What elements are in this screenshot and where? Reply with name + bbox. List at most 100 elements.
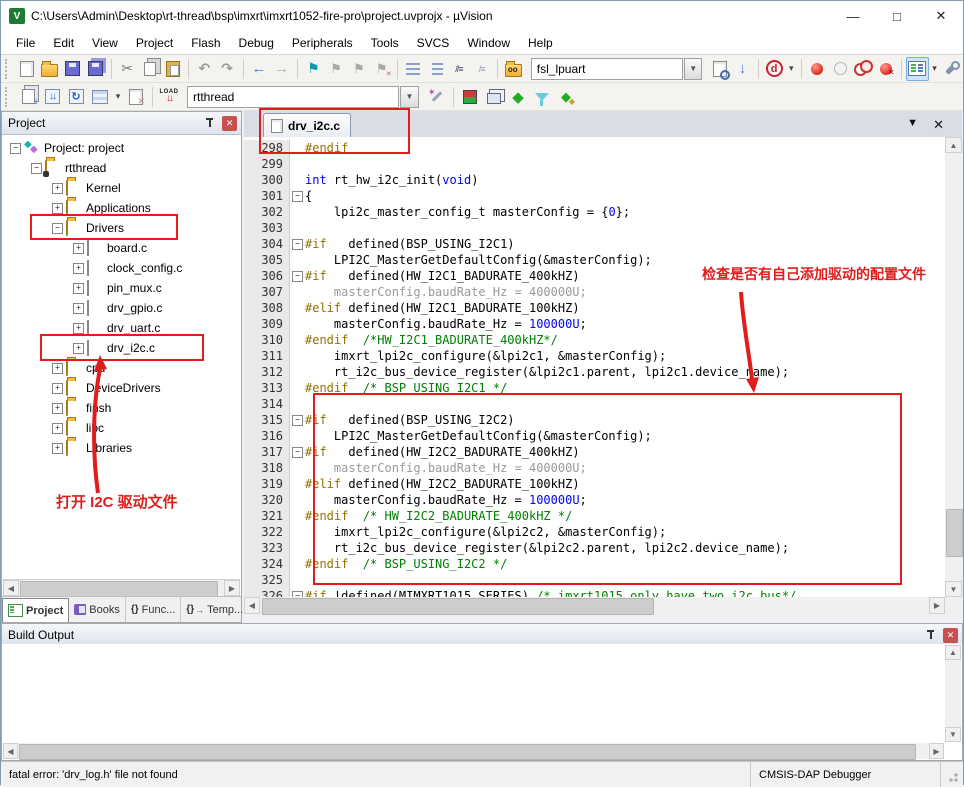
save-all-button[interactable]: [84, 57, 107, 81]
download-to-flash[interactable]: LOAD↓↓: [157, 85, 181, 109]
expand-icon[interactable]: +: [52, 363, 63, 374]
paste-button[interactable]: [161, 57, 184, 81]
scroll-thumb[interactable]: [20, 581, 218, 597]
collapse-icon[interactable]: −: [31, 163, 42, 174]
collapse-icon[interactable]: −: [10, 143, 21, 154]
quick-search-button[interactable]: d: [763, 57, 786, 81]
enable-disable-breakpoints-button[interactable]: [851, 57, 874, 81]
scroll-right-arrow-icon[interactable]: ▶: [929, 597, 945, 614]
fold-collapse-icon[interactable]: −: [292, 271, 303, 282]
insert-breakpoint-button[interactable]: [806, 57, 829, 81]
project-tree-hscrollbar[interactable]: ◀ ▶: [3, 579, 240, 597]
workspace-tab-project[interactable]: Project: [2, 598, 69, 622]
scroll-thumb[interactable]: [262, 598, 654, 615]
incremental-find-button[interactable]: [708, 57, 731, 81]
pin-icon[interactable]: [925, 628, 937, 642]
manage-rte-button[interactable]: [506, 85, 530, 109]
navigate-forward-button[interactable]: [270, 57, 293, 81]
manage-project-items-button[interactable]: [482, 85, 506, 109]
open-file-button[interactable]: [39, 57, 62, 81]
insert-bookmark-button[interactable]: [302, 57, 325, 81]
window-views-button[interactable]: [906, 57, 929, 81]
fold-collapse-icon[interactable]: −: [292, 239, 303, 250]
menu-project[interactable]: Project: [127, 34, 182, 52]
scroll-thumb[interactable]: [946, 509, 963, 557]
indent-button[interactable]: [425, 57, 448, 81]
flash-download-settings-button[interactable]: [425, 85, 449, 109]
menu-svcs[interactable]: SVCS: [408, 34, 459, 52]
new-file-button[interactable]: [16, 57, 39, 81]
build-output-hscrollbar[interactable]: ◀ ▶: [3, 743, 944, 759]
build-output-close-button[interactable]: ✕: [943, 628, 958, 643]
project-panel-close-button[interactable]: ✕: [222, 116, 237, 131]
batch-build-button[interactable]: [88, 85, 112, 109]
scroll-right-arrow-icon[interactable]: ▶: [224, 580, 240, 596]
build-button[interactable]: [40, 85, 64, 109]
editor-hscrollbar[interactable]: ◀ ▶: [244, 597, 945, 614]
scroll-down-arrow-icon[interactable]: ▼: [945, 727, 961, 742]
expand-icon[interactable]: +: [52, 203, 63, 214]
expand-icon[interactable]: +: [52, 423, 63, 434]
copy-button[interactable]: [139, 57, 162, 81]
tree-item-rtthread[interactable]: −rtthread: [2, 158, 241, 178]
collapse-icon[interactable]: −: [52, 223, 63, 234]
menu-file[interactable]: File: [7, 34, 44, 52]
expand-icon[interactable]: +: [73, 303, 84, 314]
menu-window[interactable]: Window: [458, 34, 519, 52]
search-combobox[interactable]: fsl_lpuart: [531, 58, 683, 80]
tree-item-drv-i2c-c[interactable]: +drv_i2c.c: [2, 338, 241, 358]
options-for-target-button[interactable]: [458, 85, 482, 109]
target-dropdown[interactable]: ▼: [400, 86, 419, 108]
scroll-left-arrow-icon[interactable]: ◀: [3, 580, 19, 596]
tree-item-project-project[interactable]: −Project: project: [2, 138, 241, 158]
code-view[interactable]: 298#endif299300int rt_hw_i2c_init(void)3…: [244, 137, 945, 597]
build-output-vscrollbar[interactable]: ▲ ▼: [945, 645, 961, 742]
search-dropdown[interactable]: ▼: [684, 58, 702, 80]
comment-selection-button[interactable]: [448, 57, 471, 81]
maximize-button[interactable]: □: [875, 1, 919, 31]
save-button[interactable]: [61, 57, 84, 81]
tree-item-drivers[interactable]: −Drivers: [2, 218, 241, 238]
scroll-right-arrow-icon[interactable]: ▶: [929, 743, 944, 759]
uncomment-selection-button[interactable]: [470, 57, 493, 81]
tree-item-drv-uart-c[interactable]: +drv_uart.c: [2, 318, 241, 338]
rebuild-button[interactable]: [64, 85, 88, 109]
expand-icon[interactable]: +: [52, 383, 63, 394]
expand-icon[interactable]: +: [73, 343, 84, 354]
tab-list-dropdown-icon[interactable]: ▼: [907, 117, 918, 129]
resize-grip[interactable]: [940, 762, 963, 787]
expand-icon[interactable]: +: [73, 323, 84, 334]
tree-item-cpu[interactable]: +cpu: [2, 358, 241, 378]
batch-build-dropdown[interactable]: ▾: [112, 85, 124, 109]
stop-build-button[interactable]: [124, 85, 148, 109]
select-software-packs-button[interactable]: [530, 85, 554, 109]
toolbar-grip[interactable]: [5, 59, 12, 79]
previous-bookmark-button[interactable]: [325, 57, 348, 81]
minimize-button[interactable]: —: [831, 1, 875, 31]
next-bookmark-button[interactable]: [348, 57, 371, 81]
tree-item-board-c[interactable]: +board.c: [2, 238, 241, 258]
fold-collapse-icon[interactable]: −: [292, 447, 303, 458]
tree-item-libraries[interactable]: +Libraries: [2, 438, 241, 458]
menu-peripherals[interactable]: Peripherals: [283, 34, 362, 52]
menu-tools[interactable]: Tools: [362, 34, 408, 52]
expand-icon[interactable]: +: [73, 243, 84, 254]
tab-drv-i2c[interactable]: drv_i2c.c: [263, 113, 351, 137]
expand-icon[interactable]: +: [52, 403, 63, 414]
expand-icon[interactable]: +: [73, 283, 84, 294]
pack-installer-button[interactable]: [554, 85, 578, 109]
tree-item-clock-config-c[interactable]: +clock_config.c: [2, 258, 241, 278]
undo-button[interactable]: [193, 57, 216, 81]
toolbar-grip[interactable]: [5, 87, 12, 107]
scroll-left-arrow-icon[interactable]: ◀: [3, 743, 18, 759]
unindent-button[interactable]: [402, 57, 425, 81]
close-button[interactable]: ✕: [919, 1, 963, 31]
scroll-down-arrow-icon[interactable]: ▼: [945, 581, 962, 597]
tree-item-pin-mux-c[interactable]: +pin_mux.c: [2, 278, 241, 298]
tree-item-kernel[interactable]: +Kernel: [2, 178, 241, 198]
clear-bookmarks-button[interactable]: [370, 57, 393, 81]
tree-item-finsh[interactable]: +finsh: [2, 398, 241, 418]
expand-icon[interactable]: +: [52, 183, 63, 194]
menu-flash[interactable]: Flash: [182, 34, 229, 52]
kill-all-breakpoints-button[interactable]: [874, 57, 897, 81]
